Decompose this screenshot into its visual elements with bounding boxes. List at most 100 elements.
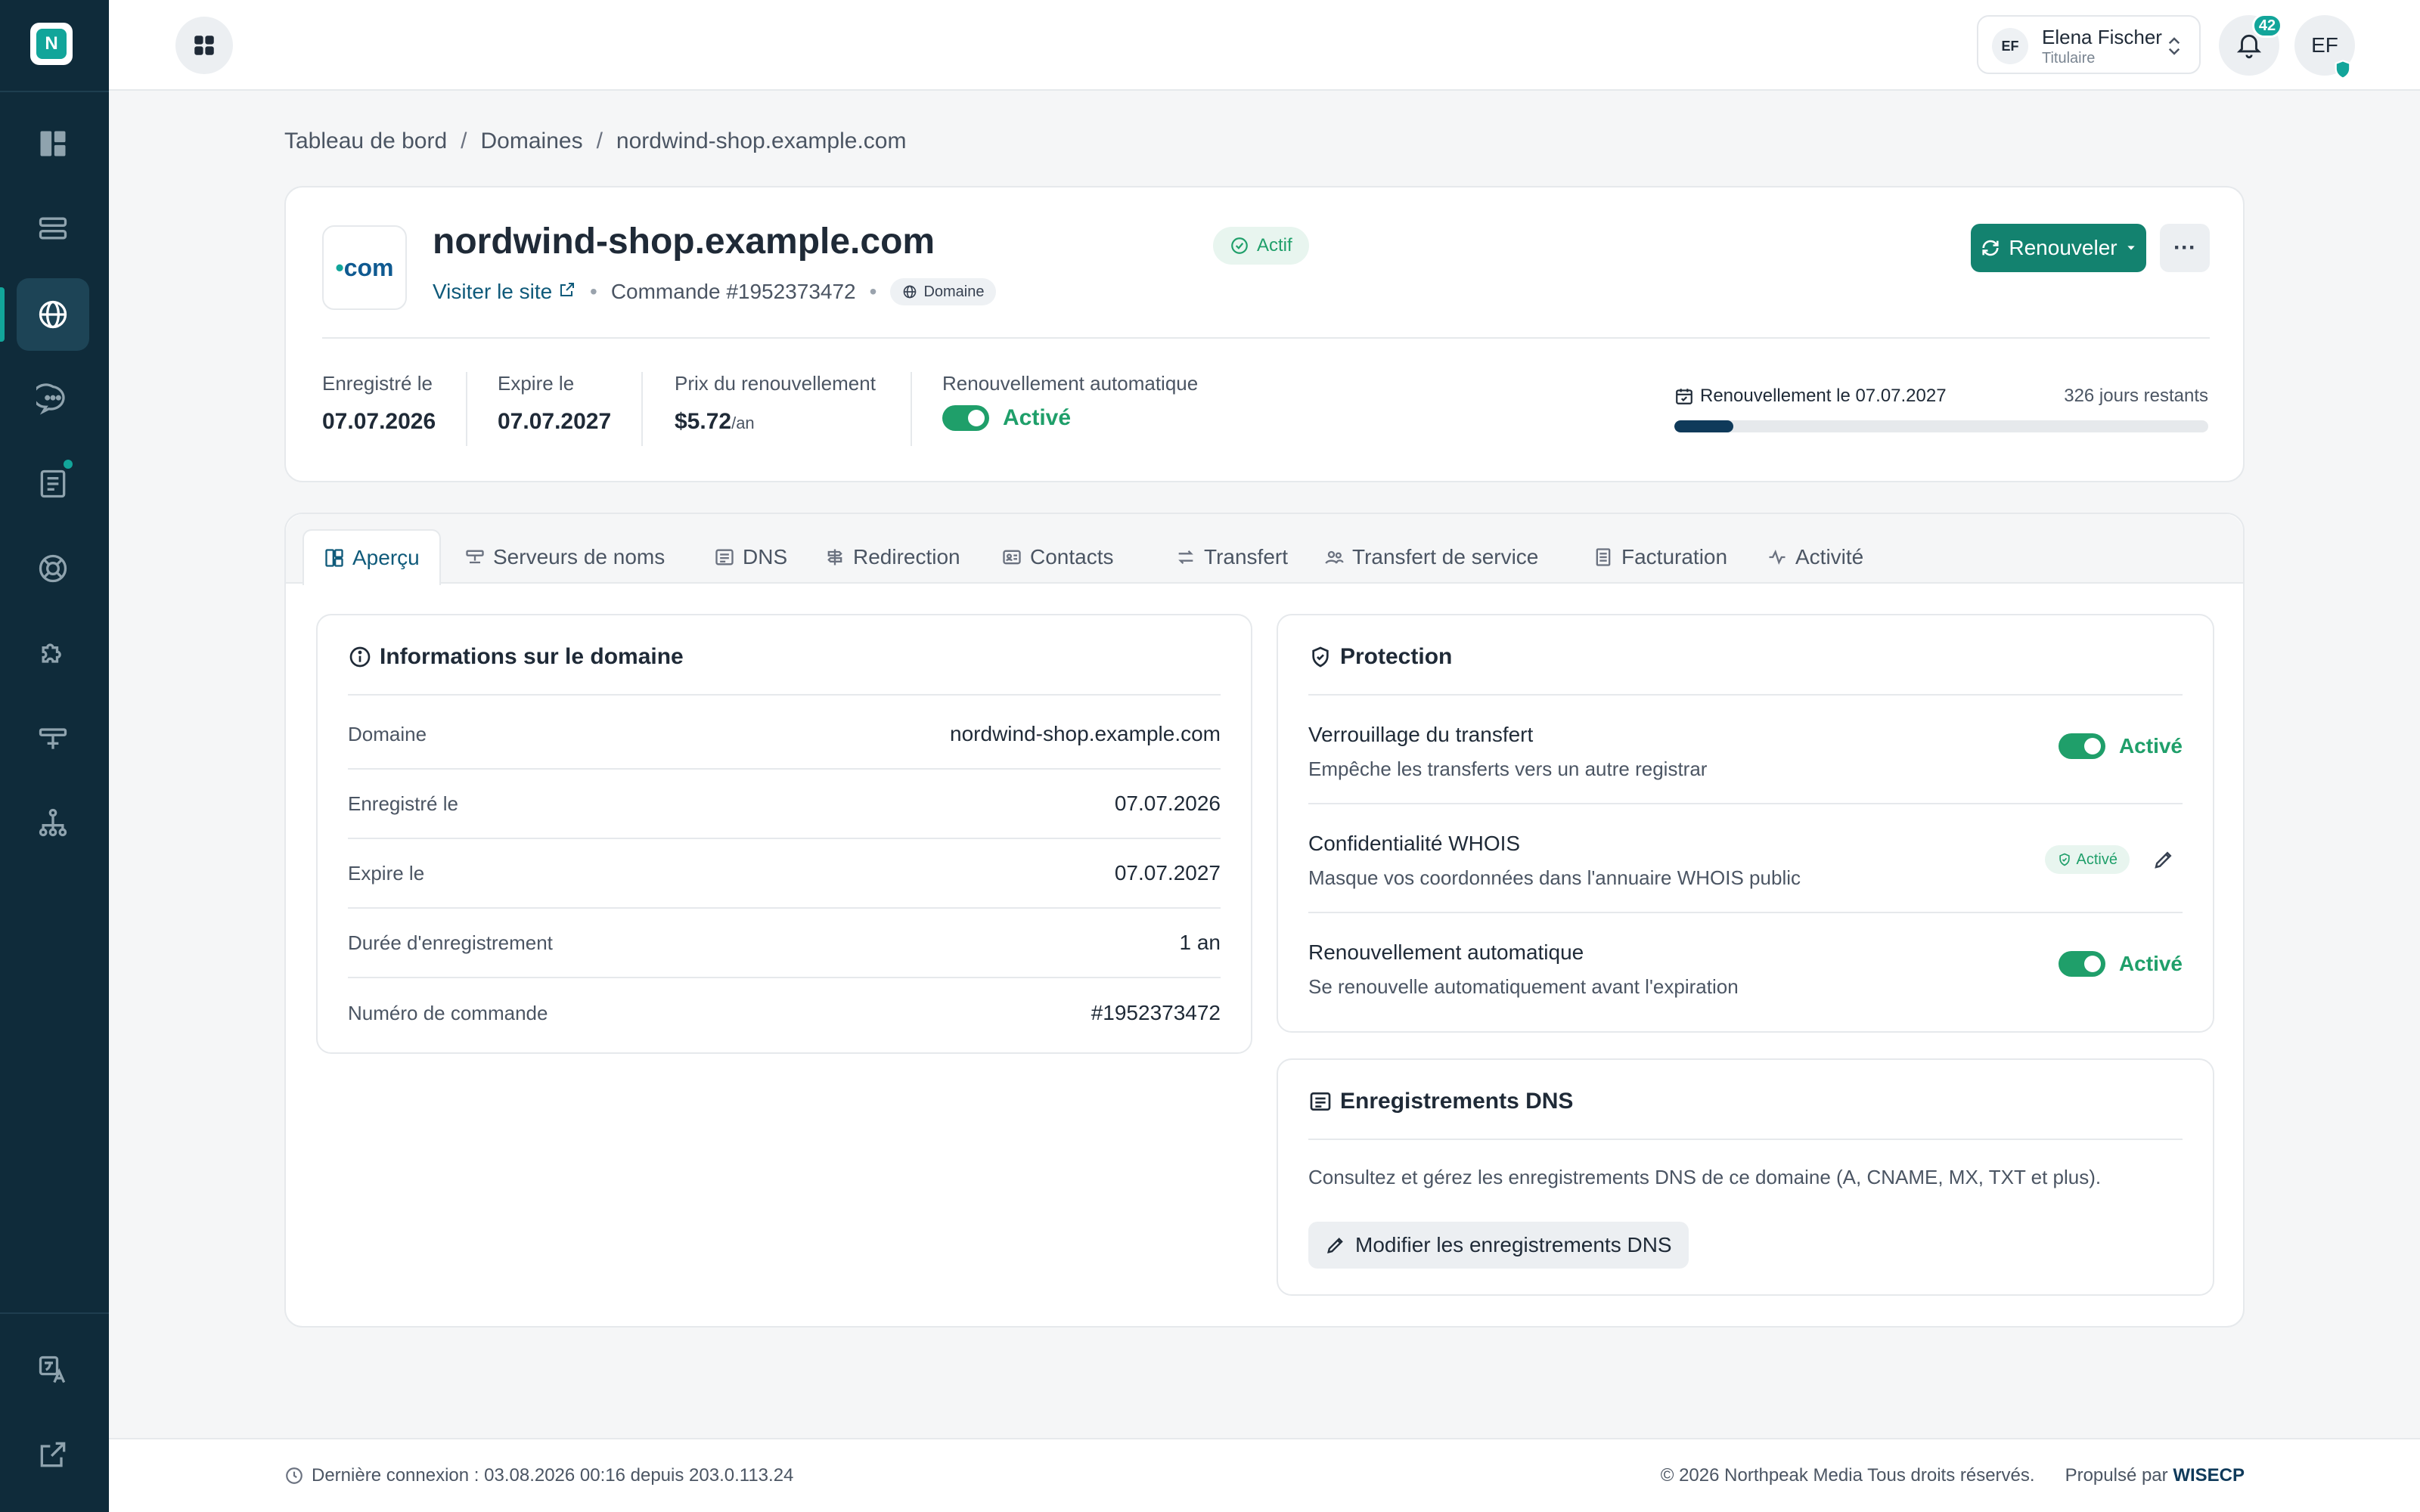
chat-icon [36,383,65,415]
edit-whois-button[interactable] [2145,841,2183,878]
dns-panel: Enregistrements DNS Consultez et gérez l… [1277,1058,2214,1296]
renew-label: Renouveler [2009,236,2118,259]
check-circle-icon [1231,237,1248,254]
nav-language[interactable] [17,1334,89,1406]
lifebuoy-icon [39,554,67,583]
nav-servers[interactable] [17,192,89,265]
stat-price-label: Prix du renouvellement [675,372,876,395]
nav-help[interactable] [17,532,89,605]
info-value: nordwind-shop.example.com [950,722,1221,745]
info-key: Domaine [348,722,427,745]
tab-contacts[interactable]: Contacts [982,529,1134,585]
more-actions-button[interactable]: ··· [2160,224,2210,272]
breadcrumb-domains[interactable]: Domaines [481,129,583,154]
stat-auto-renew: Renouvellement automatique Activé [942,372,1198,432]
server-icon [466,550,484,564]
nav-domains[interactable] [17,278,89,351]
sliders-icon [39,728,67,749]
tab-nameservers-label: Serveurs de noms [493,545,666,569]
stat-separator [641,372,643,446]
info-row-order: Numéro de commande #1952373472 [348,978,1221,1048]
auto-renew-row: Renouvellement automatique Se renouvelle… [1308,913,2183,1022]
tab-transfer-label: Transfert [1204,545,1288,569]
last-login: Dernière connexion : 03.08.2026 00:16 de… [284,1465,793,1486]
nav-affiliates[interactable] [17,786,89,859]
shield-icon [2059,853,2070,866]
tab-billing[interactable]: Facturation [1573,529,1747,585]
tab-bar: Aperçu Serveurs de noms DNS Redirection … [286,514,2243,585]
transfer-lock-toggle[interactable] [2058,733,2105,759]
sidebar-divider-bottom [0,1312,109,1314]
tab-overview[interactable]: Aperçu [302,529,441,585]
visit-site-label: Visiter le site [433,280,553,303]
invoice-icon [40,469,66,498]
domain-info-panel: Informations sur le domaine Domaine nord… [316,614,1252,1054]
visit-site-link[interactable]: Visiter le site [433,280,576,304]
notifications-button[interactable]: 42 [2219,14,2282,76]
auto-renew-status: Activé [1003,405,1072,431]
transfer-lock-status: Activé [2118,734,2183,758]
domain-chip: Domaine [890,278,997,305]
auto-renew-toggle[interactable] [942,405,989,432]
header-divider [322,337,2210,339]
nav-addons[interactable] [17,617,89,689]
info-icon [349,646,371,668]
tab-dns-label: DNS [743,545,788,569]
app-logo[interactable]: N [30,23,73,65]
breadcrumb: Tableau de bord / Domaines / nordwind-sh… [284,129,906,154]
account-name: Elena Fischer [2042,26,2162,48]
renewal-date-label: Renouvellement le 07.07.2027 [1700,386,1947,406]
renew-button[interactable]: Renouveler [1971,224,2146,272]
transfer-lock-control: Activé [2058,733,2183,759]
tab-activity[interactable]: Activité [1747,529,1883,585]
logo-letter: N [36,29,67,59]
domain-tabs-card: Aperçu Serveurs de noms DNS Redirection … [284,513,2245,1328]
price-amount: $5.72 [675,409,732,434]
nav-invoices[interactable] [17,448,89,520]
sidebar-divider [0,91,109,92]
tab-service-transfer[interactable]: Transfert de service [1304,529,1558,585]
whois-status-badge: Activé [2044,845,2130,874]
apps-button[interactable] [175,17,233,74]
external-link-icon [40,1442,66,1467]
protection-panel: Protection Verrouillage du transfert Emp… [1277,614,2214,1033]
domain-subinfo: Visiter le site • Commande #1952373472 •… [433,278,997,305]
tab-redirect-label: Redirection [853,545,960,569]
tab-transfer[interactable]: Transfert [1156,529,1308,585]
powered-brand[interactable]: WISECP [2173,1465,2245,1486]
clock-icon [286,1467,302,1484]
contact-card-icon [1003,550,1021,565]
tab-nameservers[interactable]: Serveurs de noms [445,529,684,585]
transfer-lock-row: Verrouillage du transfert Empêche les tr… [1308,696,2183,804]
status-label: Actif [1257,235,1292,256]
nav-external[interactable] [17,1418,89,1491]
auto-renew-title: Renouvellement automatique [1308,940,1584,964]
protection-title-label: Protection [1340,644,1453,669]
puzzle-icon [42,643,61,663]
tab-dns[interactable]: DNS [694,529,807,585]
renewal-date: Renouvellement le 07.07.2027 [1674,386,1947,407]
days-remaining: 326 jours restants [2064,386,2208,406]
separator-dot: • [590,280,597,303]
nav-support[interactable] [17,363,89,435]
account-switcher[interactable]: EF Elena Fischer Titulaire [1977,15,2201,74]
whois-status-label: Activé [2076,850,2118,868]
stat-separator [466,372,467,446]
renewal-progress: Renouvellement le 07.07.2027 326 jours r… [1674,386,2208,432]
nav-dashboard[interactable] [17,107,89,180]
activity-icon [1769,549,1786,565]
edit-dns-button[interactable]: Modifier les enregistrements DNS [1308,1222,1689,1269]
nav-settings[interactable] [17,702,89,774]
powered-label: Propulsé par [2065,1465,2168,1486]
auto-renew-toggle-2[interactable] [2058,951,2105,977]
stat-separator [911,372,912,446]
whois-privacy-control: Activé [2044,841,2183,878]
tab-overview-label: Aperçu [352,546,420,569]
stat-expires-value: 07.07.2027 [498,409,612,434]
breadcrumb-dashboard[interactable]: Tableau de bord [284,129,447,154]
status-badge: Actif [1213,227,1309,265]
tab-redirect[interactable]: Redirection [805,529,980,585]
info-row-registered: Enregistré le 07.07.2026 [348,770,1221,839]
info-key: Enregistré le [348,792,458,815]
domain-header-card: • com nordwind-shop.example.com Actif Vis… [284,186,2245,482]
